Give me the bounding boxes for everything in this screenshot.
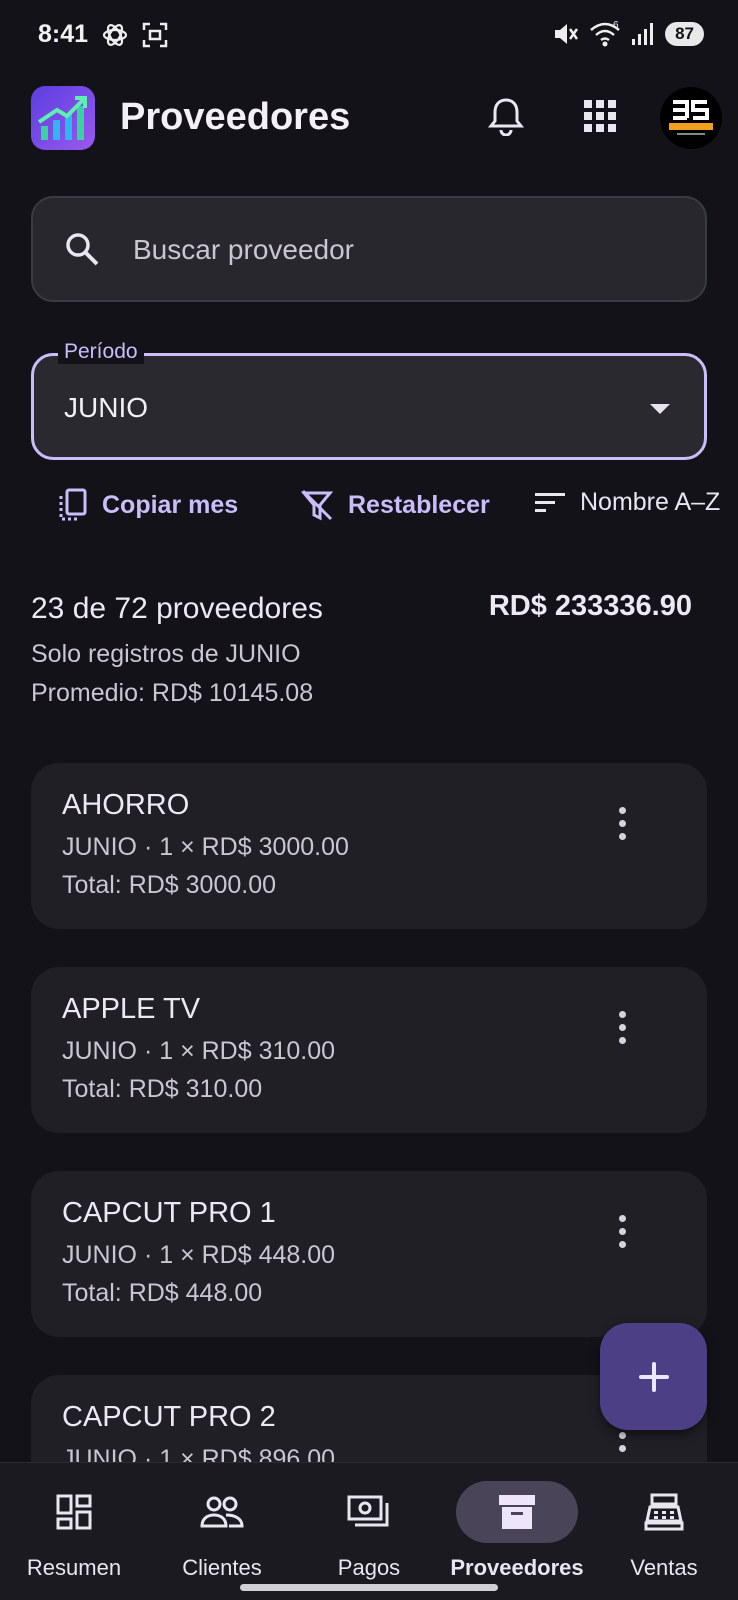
search-icon [66,233,99,266]
signal-icon [632,23,654,45]
nav-icon-container [161,1481,283,1543]
reset-filters-label: Restablecer [348,490,490,519]
plus-icon [638,1361,669,1392]
svg-text:6: 6 [613,20,619,31]
status-right-icons: 6 87 [551,20,704,48]
provider-total: Total: RD$ 310.00 [62,1075,263,1103]
nav-item-clientes[interactable]: Clientes [148,1463,296,1600]
nav-label: Resumen [26,1555,122,1580]
nav-label: Ventas [630,1555,698,1580]
provider-name: AHORRO [62,789,190,821]
copy-month-label: Copiar mes [102,490,239,519]
provider-name: CAPCUT PRO 2 [62,1401,276,1433]
sort-button[interactable]: Nombre A–Z [534,488,720,517]
provider-total: Total: RD$ 448.00 [62,1279,263,1307]
period-value: JUNIO [64,392,148,423]
nav-item-ventas[interactable]: Ventas [590,1463,738,1600]
sort-label: Nombre A–Z [580,488,721,516]
provider-detail: JUNIO · 1 × RD$ 310.00 [62,1037,336,1065]
mute-icon [555,24,579,44]
provider-count: 23 de 72 proveedores [31,592,323,625]
app-logo [31,86,95,150]
more-vert-icon[interactable] [617,807,627,840]
chart-up-icon [37,96,87,140]
nav-icon-container [456,1481,578,1543]
bottom-navigation: Resumen Clientes Pagos Proveedores Venta… [0,1462,738,1600]
period-label: Período [58,340,144,364]
user-avatar[interactable] [660,87,722,149]
actions-row: Copiar mes Restablecer Nombre A–Z [0,488,738,528]
provider-detail: JUNIO · 1 × RD$ 448.00 [62,1241,336,1269]
brand-logo-icon [669,100,713,135]
notifications-bell-icon[interactable] [488,96,524,136]
nav-label: Proveedores [450,1555,584,1580]
dropdown-arrow-icon [650,404,670,414]
status-time: 8:41 [38,20,89,48]
nav-icon-container [603,1481,725,1543]
average-amount: Promedio: RD$ 10145.08 [31,679,314,707]
provider-total: Total: RD$ 3000.00 [62,871,277,899]
nav-icon-container [308,1481,430,1543]
copy-icon [59,488,87,521]
nav-icon-container [13,1481,135,1543]
nav-item-pagos[interactable]: Pagos [295,1463,443,1600]
total-amount: RD$ 233336.90 [488,590,692,622]
provider-card[interactable]: CAPCUT PRO 1 JUNIO · 1 × RD$ 448.00 Tota… [31,1171,707,1337]
apps-grid-icon[interactable] [582,98,618,134]
page-title: Proveedores [120,96,351,138]
gesture-handle[interactable] [240,1584,498,1591]
period-select[interactable]: Período JUNIO [31,340,707,460]
filter-off-icon [300,489,334,521]
battery-indicator: 87 [665,22,704,46]
nav-item-proveedores[interactable]: Proveedores [443,1463,591,1600]
nav-label: Pagos [337,1555,401,1580]
wifi-icon: 6 [590,20,620,47]
provider-name: CAPCUT PRO 1 [62,1197,276,1229]
more-vert-icon[interactable] [617,1215,627,1248]
search-input[interactable] [133,228,673,272]
provider-card[interactable]: APPLE TV JUNIO · 1 × RD$ 310.00 Total: R… [31,967,707,1133]
payments-icon [347,1495,389,1527]
openai-app-icon [102,24,128,46]
provider-detail: JUNIO · 1 × RD$ 3000.00 [62,833,349,861]
search-bar[interactable] [31,196,707,302]
cash-register-icon [644,1493,684,1531]
status-bar: 8:41 6 87 [0,0,738,70]
nav-item-resumen[interactable]: Resumen [0,1463,148,1600]
add-provider-button[interactable] [600,1323,707,1430]
app-bar: Proveedores [0,84,738,152]
screenshot-icon [142,22,168,48]
reset-filters-button[interactable]: Restablecer [300,488,490,522]
status-left-icons [100,20,170,50]
copy-month-button[interactable]: Copiar mes [58,488,238,522]
nav-label: Clientes [182,1555,262,1580]
provider-card[interactable]: AHORRO JUNIO · 1 × RD$ 3000.00 Total: RD… [31,763,707,929]
sort-icon [535,492,565,512]
provider-name: APPLE TV [62,993,201,1025]
inventory-box-icon [499,1495,535,1529]
dashboard-icon [56,1494,92,1530]
filter-note: Solo registros de JUNIO [31,640,301,668]
more-vert-icon[interactable] [617,1011,627,1044]
people-icon [200,1496,244,1528]
